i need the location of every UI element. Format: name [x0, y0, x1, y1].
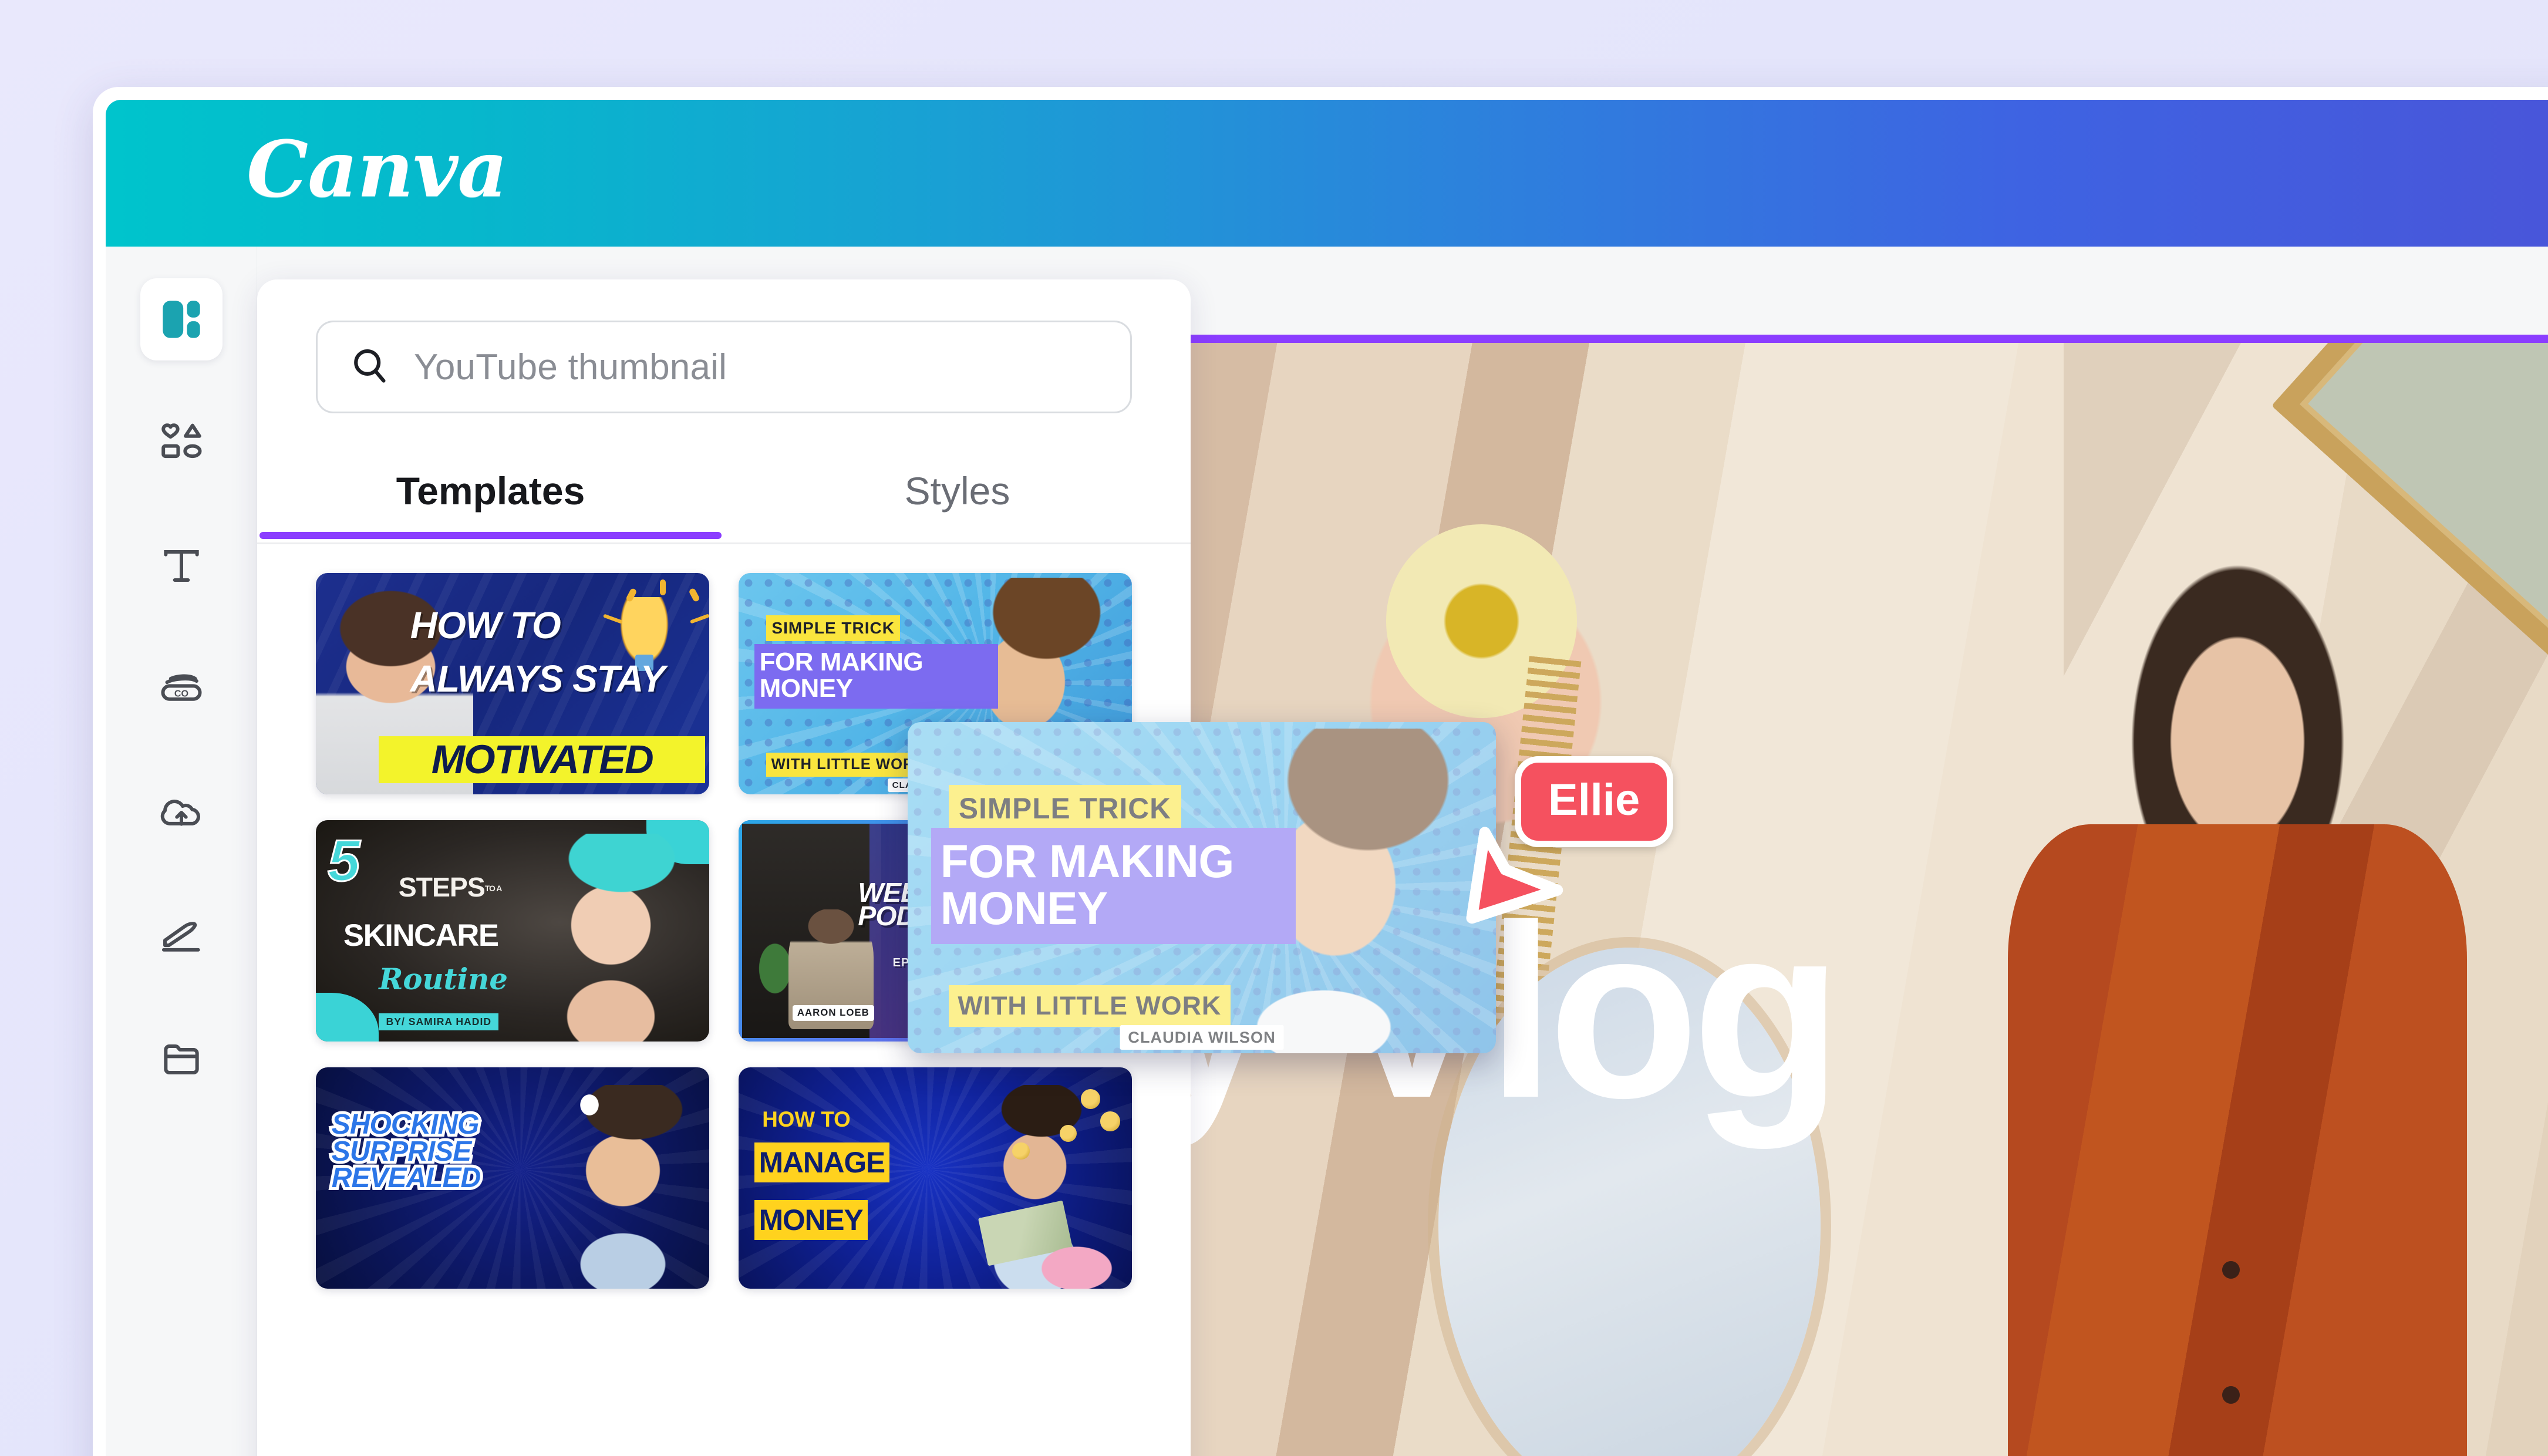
sidebar-item-projects[interactable]	[140, 1018, 223, 1100]
tab-divider	[257, 542, 1191, 544]
sidebar-item-uploads[interactable]	[140, 771, 223, 854]
page-root: Canva Daily Vlo	[0, 0, 2548, 1456]
cloud-upload-icon	[157, 788, 206, 837]
template-label-top: SIMPLE TRICK	[949, 785, 1181, 832]
corner-blob	[316, 992, 379, 1042]
template-person-photo	[520, 833, 702, 1042]
template-title-line1: FOR MAKING	[759, 648, 924, 677]
template-title-line2: ALWAYS STAY	[410, 657, 665, 700]
template-title-line2: MONEY	[759, 674, 853, 703]
sidebar-item-text[interactable]	[140, 525, 223, 607]
template-highlight-text: MOTIVATED	[379, 736, 706, 784]
app-header: Canva	[106, 100, 2548, 247]
pen-draw-icon	[157, 911, 206, 960]
template-title-line2: MONEY	[940, 882, 1108, 934]
collaborator-name-label: Ellie	[1515, 756, 1674, 847]
steps-label: STEPS	[398, 871, 486, 902]
template-card-motivated[interactable]: HOW TO ALWAYS STAY MOTIVATED	[316, 573, 709, 794]
tab-styles-label: Styles	[904, 469, 1010, 513]
model-coat	[2008, 824, 2467, 1456]
template-label-bottom: WITH LITTLE WORK	[949, 985, 1231, 1027]
template-card-skincare[interactable]: 5 STEPSTO A SKINCARE Routine BY/ SAMIRA …	[316, 820, 709, 1042]
template-title-line2: SURPRISE	[329, 1134, 474, 1168]
canva-app-window: Canva Daily Vlo	[93, 87, 2548, 1456]
template-small-label: TO A	[484, 884, 502, 894]
template-card-making-money-dragging[interactable]: SIMPLE TRICK FOR MAKING MONEY WITH LITTL…	[908, 722, 1496, 1053]
design-grid-icon	[159, 297, 204, 342]
template-byline: CLAUDIA WILSON	[1120, 1024, 1284, 1050]
design-selection-border	[1160, 335, 2548, 343]
sidebar-item-brand[interactable]: CO	[140, 648, 223, 730]
template-title: SKINCARE	[343, 918, 499, 953]
coat-button	[2222, 1260, 2240, 1279]
template-label-bottom: WITH LITTLE WORK	[766, 753, 931, 777]
splash-decor	[571, 1084, 607, 1125]
elements-shapes-icon	[157, 418, 206, 467]
template-title-line3: REVEALED	[329, 1161, 484, 1195]
panel-tabs: Templates Styles	[257, 456, 1191, 544]
sidebar-item-draw[interactable]	[140, 895, 223, 977]
template-title-line1: SHOCKING	[329, 1108, 483, 1141]
template-title-line1: HOW TO	[410, 604, 561, 647]
svg-text:CO: CO	[174, 689, 188, 699]
template-script-word: Routine	[379, 962, 508, 997]
sidebar-item-design[interactable]	[140, 278, 223, 360]
template-number: 5	[327, 828, 361, 894]
template-title-line2: MANAGE	[754, 1142, 890, 1182]
search-row: YouTube thumbnail	[257, 279, 1191, 413]
template-label-top: SIMPLE TRICK	[766, 615, 901, 641]
piggy-bank-decor	[1037, 1244, 1117, 1289]
template-word-steps: STEPSTO A	[398, 871, 503, 903]
template-title-line1: FOR MAKING	[940, 835, 1235, 887]
template-title: FOR MAKING MONEY	[931, 828, 1296, 945]
tab-templates-label: Templates	[396, 469, 585, 513]
left-icon-rail: CO	[106, 247, 257, 1456]
template-title: FOR MAKING MONEY	[754, 643, 999, 709]
tab-styles[interactable]: Styles	[724, 456, 1191, 544]
template-name-tag-left: AARON LOEB	[792, 1005, 875, 1021]
search-placeholder-text: YouTube thumbnail	[414, 346, 727, 387]
template-title-line1: HOW TO	[762, 1107, 851, 1131]
search-icon	[348, 344, 392, 390]
sidebar-item-elements[interactable]	[140, 402, 223, 484]
model-photo	[1977, 512, 2498, 1456]
folder-projects-icon	[158, 1036, 205, 1083]
text-t-icon	[158, 542, 205, 589]
template-title: SHOCKING SURPRISE REVEALED	[329, 1108, 484, 1195]
template-title-line3: MONEY	[754, 1199, 868, 1240]
canva-logo[interactable]: Canva	[247, 124, 508, 215]
template-person-photo	[532, 1084, 709, 1289]
template-card-manage-money[interactable]: HOW TO MANAGE MONEY	[739, 1067, 1132, 1289]
template-card-shocking[interactable]: SHOCKING SURPRISE REVEALED	[316, 1067, 709, 1289]
coat-button	[2222, 1386, 2240, 1404]
search-input[interactable]: YouTube thumbnail	[316, 321, 1132, 413]
template-byline: BY/ SAMIRA HADID	[379, 1013, 499, 1030]
brand-co-icon: CO	[157, 665, 206, 714]
tab-templates[interactable]: Templates	[257, 456, 724, 544]
